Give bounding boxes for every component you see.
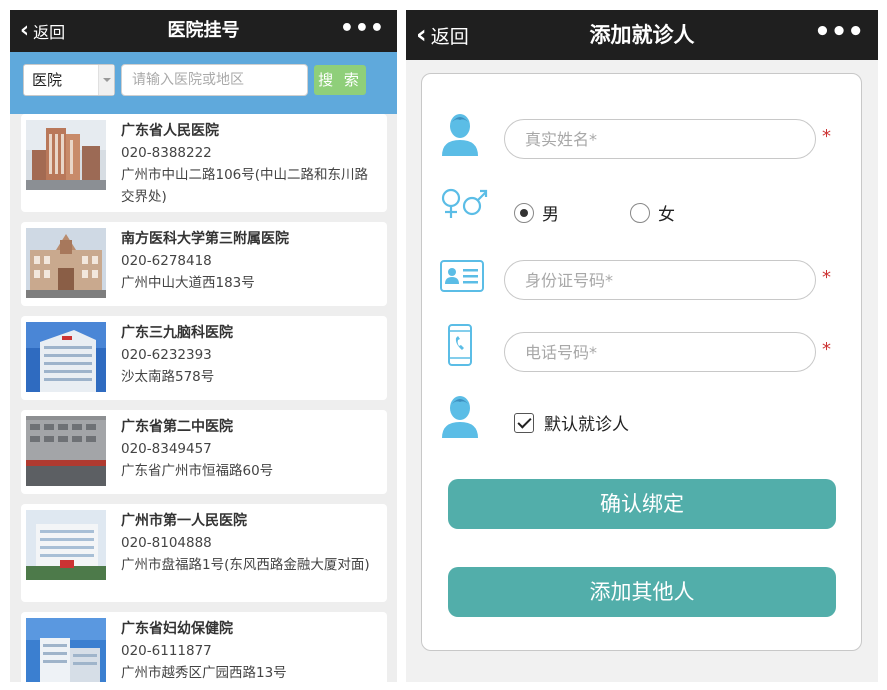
back-label: 返回 [33,23,66,42]
hospital-phone: 020-8104888 [121,535,212,551]
radio-unselected-icon [630,202,650,223]
person-icon [440,394,480,442]
default-patient-label: 默认就诊人 [544,415,629,435]
back-button[interactable]: ‹ 返回 [20,10,65,52]
gender-male-label: 男 [542,205,559,225]
hospital-card[interactable]: 广东省妇幼保健院 020-6111877 广州市越秀区广园西路13号 [21,612,387,682]
hospital-name: 广东三九脑科医院 [121,325,233,341]
hospital-image [26,416,106,486]
id-number-input[interactable] [504,260,816,300]
hospital-address: 广州市中山二路106号(中山二路和东川路交界处) [121,167,369,205]
hospital-image [26,120,106,190]
hospital-image [26,228,106,298]
radio-selected-icon [514,202,534,223]
top-nav-bar: ‹ 返回 医院挂号 ••• [10,10,397,52]
dropdown-arrow-icon [98,65,114,95]
more-icon[interactable]: ••• [340,10,385,52]
add-other-button[interactable]: 添加其他人 [448,567,836,617]
hospital-card[interactable]: 南方医科大学第三附属医院 020-6278418 广州中山大道西183号 [21,222,387,306]
hospital-image [26,322,106,392]
phone-number-input[interactable] [504,332,816,372]
add-patient-screen: ‹ 返回 添加就诊人 ••• * [406,10,878,682]
hospital-address: 广东省广州市恒福路60号 [121,463,274,479]
category-select[interactable]: 医院 [23,64,115,96]
checkbox-checked-icon [514,412,534,433]
chevron-left-icon: ‹ [20,18,30,43]
hospital-address: 广州市盘福路1号(东风西路金融大厦对面) [121,557,370,573]
hospital-name: 广东省人民医院 [121,123,219,139]
mobile-phone-icon [448,324,472,370]
id-card-icon [440,260,484,296]
hospital-card[interactable]: 广东省第二中医院 020-8349457 广东省广州市恒福路60号 [21,410,387,494]
patient-form: * 男 女 [421,73,862,651]
gender-icon [440,186,490,226]
hospital-card[interactable]: 广东三九脑科医院 020-6232393 沙太南路578号 [21,316,387,400]
required-mark: * [822,126,831,147]
top-nav-bar: ‹ 返回 添加就诊人 ••• [406,10,878,60]
gender-male-radio[interactable]: 男 [514,200,559,225]
page-title: 添加就诊人 [589,23,695,47]
hospital-phone: 020-6232393 [121,347,212,363]
hospital-address: 沙太南路578号 [121,369,215,385]
hospital-registration-screen: ‹ 返回 医院挂号 ••• 医院 搜 索 [10,10,397,682]
hospital-name: 南方医科大学第三附属医院 [121,231,289,247]
back-button[interactable]: ‹ 返回 [416,10,469,60]
confirm-bind-button[interactable]: 确认绑定 [448,479,836,529]
required-mark: * [822,267,831,288]
gender-female-radio[interactable]: 女 [630,200,675,225]
hospital-image [26,618,106,682]
back-label: 返回 [430,25,469,48]
person-icon [440,112,480,160]
gender-female-label: 女 [658,205,675,225]
hospital-card[interactable]: 广东省人民医院 020-8388222 广州市中山二路106号(中山二路和东川路… [21,114,387,212]
hospital-card[interactable]: 广州市第一人民医院 020-8104888 广州市盘福路1号(东风西路金融大厦对… [21,504,387,602]
hospital-phone: 020-8388222 [121,145,212,161]
search-button[interactable]: 搜 索 [314,65,366,95]
real-name-input[interactable] [504,119,816,159]
hospital-image [26,510,106,580]
hospital-name: 广东省第二中医院 [121,419,233,435]
required-mark: * [822,339,831,360]
search-input[interactable] [121,64,308,96]
default-patient-checkbox[interactable]: 默认就诊人 [514,410,629,435]
hospital-phone: 020-6111877 [121,643,212,659]
chevron-left-icon: ‹ [416,20,427,50]
hospital-phone: 020-6278418 [121,253,212,269]
hospital-address: 广州市越秀区广园西路13号 [121,665,287,681]
more-icon[interactable]: ••• [814,10,864,60]
hospital-name: 广东省妇幼保健院 [121,621,233,637]
hospital-address: 广州中山大道西183号 [121,275,255,291]
hospital-phone: 020-8349457 [121,441,212,457]
category-select-value: 医院 [32,71,63,89]
search-bar: 医院 搜 索 [10,52,397,114]
hospital-name: 广州市第一人民医院 [121,513,247,529]
